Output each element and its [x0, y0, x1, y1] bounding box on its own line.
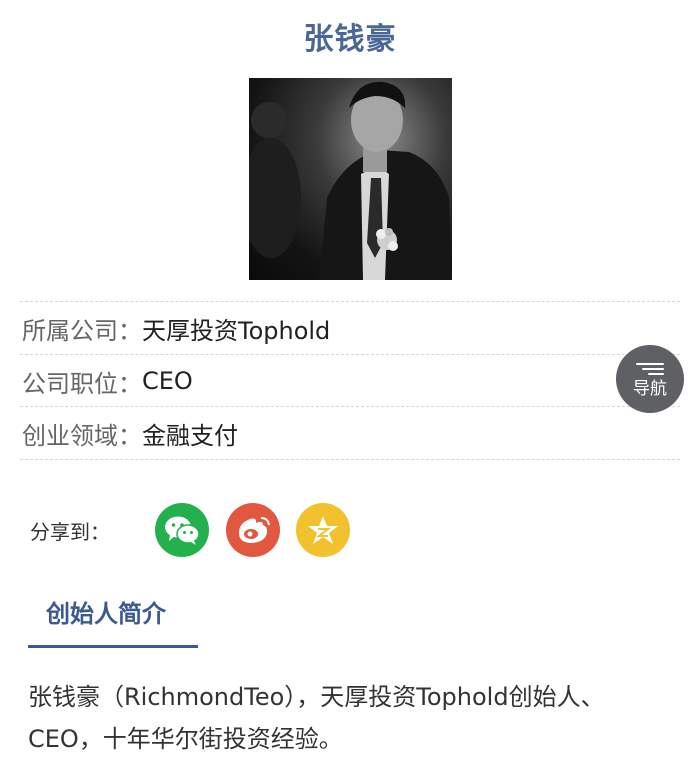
nav-button-label: 导航 — [633, 378, 667, 399]
tab-founder-intro[interactable]: 创始人简介 — [28, 588, 198, 648]
founder-name-title: 张钱豪 — [303, 22, 397, 57]
position-value: CEO — [142, 367, 193, 395]
share-weibo-button[interactable] — [226, 503, 280, 557]
field-label: 创业领域： — [22, 421, 142, 450]
share-qzone-button[interactable] — [296, 503, 350, 557]
company-label: 所属公司： — [22, 316, 142, 345]
share-wechat-button[interactable] — [155, 503, 209, 557]
qzone-star-icon — [308, 516, 338, 544]
field-value: 金融支付 — [142, 421, 238, 450]
nav-button[interactable]: 导航 — [616, 345, 684, 413]
position-label: 公司职位： — [22, 369, 142, 398]
info-row-field: 创业领域： 金融支付 — [20, 406, 680, 459]
tab-founder-intro-label: 创始人简介 — [46, 600, 166, 628]
weibo-icon — [239, 517, 270, 543]
founder-profile-page: 张钱豪 所属公司： 天厚投资Tophold 公司职位： CEO 创业领域： 金融… — [0, 0, 700, 762]
founder-bio-text: 张钱豪（RichmondTeo），天厚投资Tophold创始人、CEO，十年华尔… — [28, 683, 605, 753]
founder-photo — [249, 78, 452, 280]
share-label: 分享到： — [30, 520, 110, 544]
info-row-company: 所属公司： 天厚投资Tophold — [20, 301, 680, 354]
wechat-icon — [165, 516, 200, 545]
menu-lines-icon — [636, 362, 664, 376]
info-divider — [20, 459, 680, 460]
company-value: 天厚投资Tophold — [142, 316, 331, 345]
info-row-position: 公司职位： CEO — [20, 354, 680, 407]
